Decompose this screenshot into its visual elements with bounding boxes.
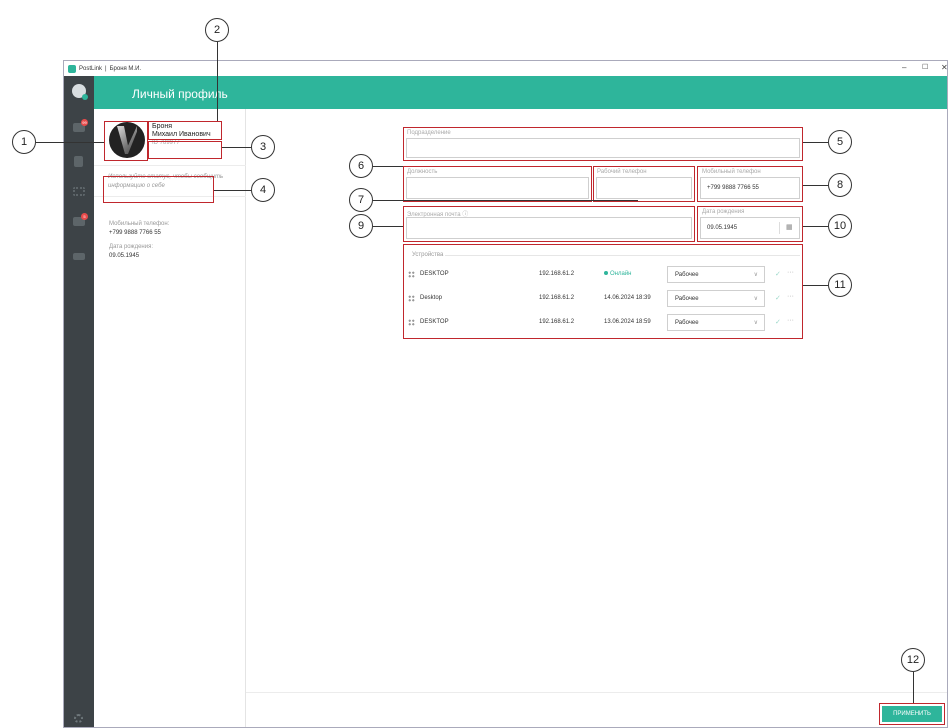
callout-line-2 xyxy=(217,42,218,121)
chats-badge: 99 xyxy=(81,119,88,126)
callout-line-11 xyxy=(803,285,828,286)
highlight-department xyxy=(403,127,803,161)
highlight-avatar xyxy=(104,121,148,161)
callout-line-8 xyxy=(803,185,828,186)
callout-line-12 xyxy=(913,672,914,703)
minimize-button[interactable]: – xyxy=(902,63,906,72)
title-separator: | xyxy=(105,65,107,72)
keyboard-icon[interactable] xyxy=(73,253,85,260)
birth-date-label: Дата рождения: xyxy=(109,244,153,250)
callout-line-10 xyxy=(803,226,828,227)
callout-3: 3 xyxy=(251,135,275,159)
callout-line-9 xyxy=(373,226,403,227)
callout-line-5 xyxy=(803,142,828,143)
title-bar: PostLink | Броня М.И. – ☐ ✕ xyxy=(64,61,947,76)
callout-4: 4 xyxy=(251,178,275,202)
app-name: PostLink xyxy=(79,65,103,72)
maximize-button[interactable]: ☐ xyxy=(922,63,928,71)
callout-line-3 xyxy=(222,147,251,148)
highlight-id xyxy=(148,141,222,159)
callout-line-1 xyxy=(36,142,104,143)
app-logo-icon[interactable] xyxy=(72,84,88,100)
callout-line-6 xyxy=(373,166,403,167)
callout-10: 10 xyxy=(828,214,852,238)
callout-11: 11 xyxy=(828,273,852,297)
settings-gear-icon[interactable] xyxy=(74,714,83,723)
highlight-mobile-phone xyxy=(697,166,803,202)
callout-5: 5 xyxy=(828,130,852,154)
callout-1: 1 xyxy=(12,130,36,154)
footer-divider xyxy=(246,692,947,693)
highlight-birth-date xyxy=(697,206,803,242)
highlight-apply xyxy=(879,703,945,725)
page-title: Личный профиль xyxy=(132,87,228,101)
calls-icon[interactable]: 5 xyxy=(73,213,88,226)
groups-icon[interactable] xyxy=(73,187,85,196)
presence-dot xyxy=(82,94,88,100)
contacts-book-icon[interactable] xyxy=(74,156,83,167)
highlight-position xyxy=(403,166,592,202)
mobile-phone-label: Мобильный телефон: xyxy=(109,221,170,227)
title-user: Броня М.И. xyxy=(109,65,142,72)
highlight-email xyxy=(403,206,695,242)
chats-icon[interactable]: 99 xyxy=(73,119,88,132)
callout-9: 9 xyxy=(349,214,373,238)
highlight-name xyxy=(148,121,222,140)
mobile-phone-value: +799 9888 7766 55 xyxy=(109,230,161,236)
callout-8: 8 xyxy=(828,173,852,197)
divider xyxy=(94,165,246,166)
birth-date-value: 09.05.1945 xyxy=(109,253,140,259)
page-header: Личный профиль xyxy=(94,76,947,109)
callout-6: 6 xyxy=(349,154,373,178)
close-button[interactable]: ✕ xyxy=(941,63,947,72)
callout-2: 2 xyxy=(205,18,229,42)
highlight-devices xyxy=(403,244,803,339)
callout-12: 12 xyxy=(901,648,925,672)
callout-7: 7 xyxy=(349,188,373,212)
app-icon xyxy=(68,64,76,73)
left-rail: 99 5 xyxy=(64,76,94,727)
highlight-status xyxy=(103,176,214,203)
callout-line-4 xyxy=(214,190,251,191)
callout-line-7 xyxy=(373,200,638,201)
calls-badge: 5 xyxy=(81,213,88,220)
highlight-work-phone xyxy=(593,166,695,202)
